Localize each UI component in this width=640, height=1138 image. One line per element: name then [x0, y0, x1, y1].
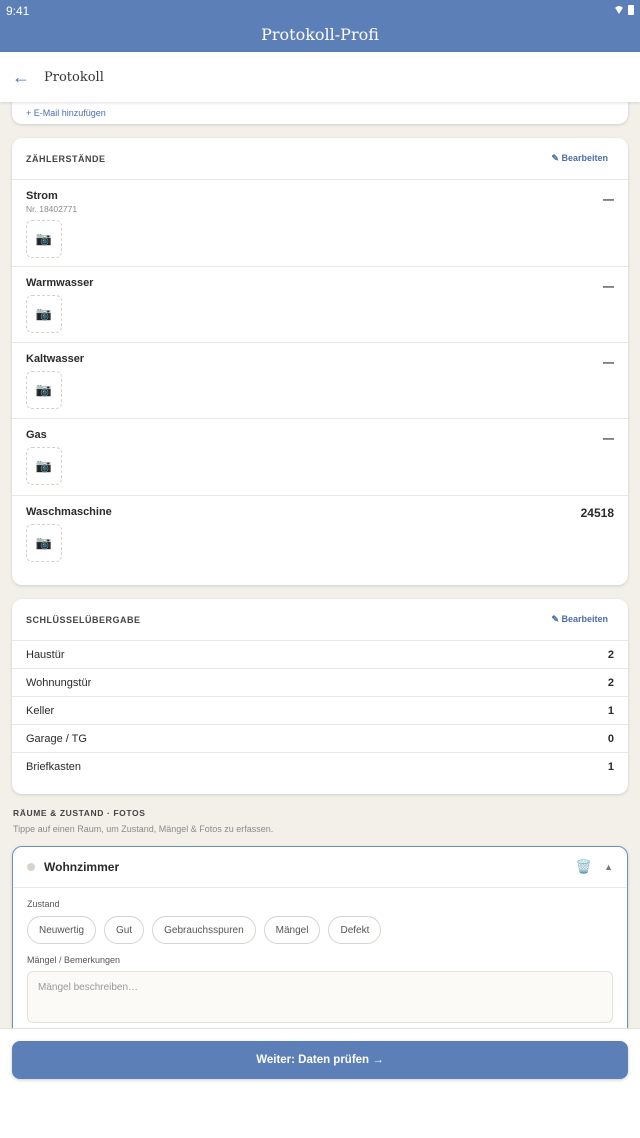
toolbar: ← Protokoll — [0, 52, 640, 102]
app-title: Protokoll-Profi — [0, 20, 640, 52]
status-icons — [614, 4, 634, 16]
meter-value: 24518 — [580, 506, 614, 520]
room-name: Wohnzimmer — [44, 860, 120, 874]
meter-row-gas[interactable]: Gas — 📷 — [12, 419, 628, 496]
meter-row-kaltwasser[interactable]: Kaltwasser — 📷 — [12, 343, 628, 419]
meter-name: Warmwasser — [26, 277, 94, 289]
key-name: Wohnungstür — [26, 676, 92, 689]
meter-readings-card: ZÄHLERSTÄNDE ✎ Bearbeiten Strom Nr. 1840… — [12, 138, 628, 585]
collapse-caret-icon[interactable]: ▲ — [604, 862, 613, 872]
condition-chip-gebrauchsspuren[interactable]: Gebrauchsspuren — [152, 916, 256, 944]
keys-edit-button[interactable]: ✎ Bearbeiten — [551, 614, 608, 625]
key-handover-header: SCHLÜSSELÜBERGABE ✎ Bearbeiten — [12, 599, 628, 641]
contact-card: + E-Mail hinzufügen — [12, 102, 628, 124]
meter-value: — — [603, 433, 614, 445]
meter-row-strom[interactable]: Strom Nr. 18402771 — 📷 — [12, 180, 628, 267]
battery-icon — [628, 5, 634, 15]
key-row: Briefkasten 1 — [12, 753, 628, 781]
meter-name: Gas — [26, 429, 47, 441]
condition-chip-defekt[interactable]: Defekt — [328, 916, 382, 944]
continue-button[interactable]: Weiter: Daten prüfen → — [12, 1041, 628, 1079]
key-row: Haustür 2 — [12, 641, 628, 669]
meter-name: Strom — [26, 190, 58, 202]
key-name: Garage / TG — [26, 732, 87, 745]
meter-number: Nr. 18402771 — [26, 204, 78, 214]
back-arrow-icon[interactable]: ← — [0, 67, 40, 88]
wifi-icon — [614, 6, 624, 14]
key-name: Keller — [26, 704, 55, 717]
camera-icon: 📷 — [35, 458, 53, 473]
key-count: 2 — [607, 648, 614, 661]
key-count: 0 — [607, 732, 614, 745]
meter-value: — — [603, 281, 614, 293]
meter-row-waschmaschine[interactable]: Waschmaschine 24518 📷 — [12, 496, 628, 574]
condition-chip-neuwertig[interactable]: Neuwertig — [27, 916, 97, 944]
meter-value: — — [603, 357, 614, 369]
add-email-link[interactable]: + E-Mail hinzufügen — [26, 108, 106, 118]
add-photo-button[interactable]: 📷 — [26, 524, 62, 562]
meter-edit-button[interactable]: ✎ Bearbeiten — [551, 153, 608, 164]
meter-name: Waschmaschine — [26, 506, 112, 518]
key-row: Wohnungstür 2 — [12, 669, 628, 697]
condition-chip-maengel[interactable]: Mängel — [263, 916, 321, 944]
add-photo-button[interactable]: 📷 — [26, 371, 62, 409]
bottom-bar: Weiter: Daten prüfen → — [0, 1028, 640, 1138]
key-row: Garage / TG 0 — [12, 725, 628, 753]
camera-icon: 📷 — [35, 306, 53, 321]
meter-value: — — [603, 194, 614, 206]
key-name: Briefkasten — [26, 761, 82, 773]
rooms-heading: RÄUME & ZUSTAND · FOTOS — [13, 808, 146, 818]
condition-chip-gut[interactable]: Gut — [104, 916, 145, 944]
remarks-textarea[interactable]: Mängel beschreiben… — [27, 971, 613, 1023]
key-row: Keller 1 — [12, 697, 628, 725]
add-photo-button[interactable]: 📷 — [26, 220, 62, 258]
key-count: 1 — [607, 704, 614, 717]
status-bar: 9:41 — [0, 0, 640, 20]
room-card-wohnzimmer: Wohnzimmer 🗑️ ▲ Zustand Neuwertig Gut Ge… — [12, 846, 628, 1028]
add-photo-button[interactable]: 📷 — [26, 295, 62, 333]
page-title: Protokoll — [44, 69, 104, 85]
camera-icon: 📷 — [35, 535, 53, 550]
room-status-dot — [27, 863, 35, 871]
remarks-label: Mängel / Bemerkungen — [27, 955, 121, 965]
room-header[interactable]: Wohnzimmer 🗑️ ▲ — [13, 847, 627, 888]
key-handover-card: SCHLÜSSELÜBERGABE ✎ Bearbeiten Haustür 2… — [12, 599, 628, 794]
camera-icon: 📷 — [35, 231, 53, 246]
key-count: 1 — [607, 761, 614, 773]
condition-label: Zustand — [27, 899, 60, 909]
status-time: 9:41 — [6, 4, 30, 18]
add-photo-button[interactable]: 📷 — [26, 447, 62, 485]
key-count: 2 — [607, 676, 614, 689]
meter-readings-header: ZÄHLERSTÄNDE ✎ Bearbeiten — [12, 138, 628, 180]
rooms-subtitle: Tippe auf einen Raum, um Zustand, Mängel… — [13, 824, 274, 834]
key-handover-heading: SCHLÜSSELÜBERGABE — [26, 614, 141, 625]
condition-chips: Neuwertig Gut Gebrauchsspuren Mängel Def… — [13, 909, 627, 944]
content-scroll[interactable]: + E-Mail hinzufügen ZÄHLERSTÄNDE ✎ Bearb… — [0, 102, 640, 1028]
meter-name: Kaltwasser — [26, 353, 85, 365]
camera-icon: 📷 — [35, 382, 53, 397]
meter-row-warmwasser[interactable]: Warmwasser — 📷 — [12, 267, 628, 343]
meter-readings-heading: ZÄHLERSTÄNDE — [26, 153, 106, 164]
trash-icon[interactable]: 🗑️ — [576, 859, 592, 875]
key-name: Haustür — [26, 648, 65, 661]
